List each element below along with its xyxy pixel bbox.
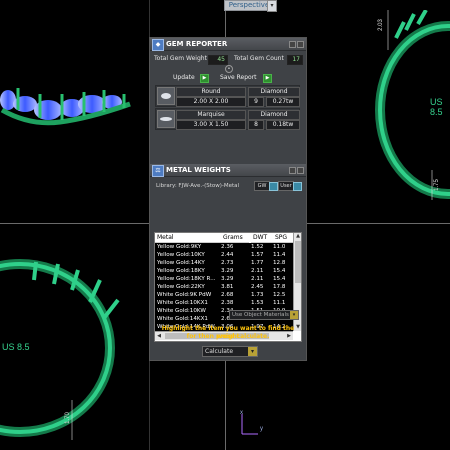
- gw-toggle-label: GW: [257, 183, 267, 189]
- grams-value: 3.29: [221, 276, 234, 282]
- spg-value: 11.4: [273, 252, 286, 258]
- save-report-label: Save Report: [220, 74, 257, 81]
- chevron-down-icon[interactable]: ▾: [267, 0, 277, 12]
- user-toggle-indicator-icon[interactable]: [293, 182, 302, 191]
- gem-reporter-title: GEM REPORTER: [166, 40, 228, 48]
- ring-size-label-right: US 8.5: [430, 97, 443, 117]
- scroll-thumb[interactable]: [295, 241, 301, 283]
- gem-weight: 0.27tw: [266, 97, 300, 107]
- calculate-arrow-icon: ▾: [248, 347, 257, 356]
- close-icon[interactable]: [297, 41, 304, 48]
- library-label: Library: FJW-Ave.-(Stow)-Metal: [156, 183, 240, 189]
- dimension-bottom-left: 1.70: [64, 412, 71, 424]
- dwt-value: 2.11: [251, 276, 264, 282]
- save-report-arrow-icon[interactable]: ▶: [263, 74, 272, 83]
- dimension-bottom-right: 1.75: [433, 179, 440, 191]
- use-object-materials-dropdown[interactable]: Use Object Materials ▾: [229, 310, 299, 320]
- metal-name: White Gold:14KX1: [157, 316, 208, 322]
- gem-size: 2.00 X 2.00: [176, 97, 246, 107]
- spg-value: 15.4: [273, 276, 286, 282]
- gem-shape: Marquise: [176, 110, 246, 120]
- dwt-value: 1.77: [251, 260, 264, 266]
- use-object-materials-label: Use Object Materials: [232, 312, 289, 318]
- marquise-gem-icon: [157, 110, 175, 128]
- column-header-spg[interactable]: SPG: [273, 233, 295, 243]
- minimize-icon[interactable]: [289, 167, 296, 174]
- calculate-label: Calculate: [205, 348, 234, 355]
- gem-strip-render: [0, 88, 131, 126]
- gem-material: Diamond: [248, 87, 300, 97]
- metal-name: Yellow Gold:18KY R...: [157, 276, 216, 282]
- spg-value: 11.1: [273, 300, 286, 306]
- close-icon[interactable]: [297, 167, 304, 174]
- dwt-value: 2.11: [251, 268, 264, 274]
- column-header-metal[interactable]: Metal: [155, 233, 221, 243]
- metal-name: White Gold:10KW: [157, 308, 206, 314]
- spg-value: 12.8: [273, 260, 286, 266]
- grams-value: 2.44: [221, 252, 234, 258]
- round-gem-icon: [157, 87, 175, 105]
- dwt-value: 1.73: [251, 292, 264, 298]
- gw-toggle[interactable]: GW: [254, 181, 270, 191]
- user-toggle-label: User: [280, 183, 292, 189]
- total-gem-count-label: Total Gem Count: [234, 55, 284, 62]
- grams-value: 3.81: [221, 284, 234, 290]
- gem-row-round[interactable]: Round 2.00 X 2.00 Diamond 9 0.27tw: [155, 85, 300, 107]
- grams-value: 3.29: [221, 268, 234, 274]
- total-gem-weight-label: Total Gem Weight: [154, 55, 207, 62]
- instruction-line-2: for then press calculate.: [186, 333, 270, 340]
- ring-size-label-left: US 8.5: [2, 342, 30, 352]
- dimension-top-right: 2.03: [377, 19, 384, 31]
- gem-size: 3.00 X 1.50: [176, 120, 246, 130]
- gem-reporter-header: ◆ GEM REPORTER: [150, 38, 306, 51]
- metal-name: White Gold:10KX1: [157, 300, 208, 306]
- grams-value: 2.73: [221, 260, 234, 266]
- spg-value: 11.0: [273, 244, 286, 250]
- axis-x-label: x: [240, 410, 243, 416]
- spg-value: 17.8: [273, 284, 286, 290]
- gw-toggle-indicator-icon[interactable]: [269, 182, 278, 191]
- grams-value: 2.36: [221, 244, 234, 250]
- metal-weights-title: METAL WEIGHTS: [166, 166, 231, 174]
- update-button[interactable]: Update: [173, 74, 195, 82]
- dwt-value: 1.57: [251, 252, 264, 258]
- gem-weight: 0.18tw: [266, 120, 300, 130]
- metal-name: Yellow Gold:9KY: [157, 244, 202, 250]
- gem-shape: Round: [176, 87, 246, 97]
- spg-value: 15.4: [273, 268, 286, 274]
- gem-count: 9: [248, 97, 264, 107]
- update-label: Update: [173, 74, 195, 81]
- dwt-value: 1.52: [251, 244, 264, 250]
- gem-reporter-icon: ◆: [152, 39, 164, 51]
- column-header-grams[interactable]: Grams: [221, 233, 249, 243]
- gem-row-marquise[interactable]: Marquise 3.00 X 1.50 Diamond 8 0.18tw: [155, 108, 300, 130]
- gem-count: 8: [248, 120, 264, 130]
- gem-reporter-panel: ◆ GEM REPORTER Total Gem Weight 45 Total…: [149, 37, 307, 361]
- user-toggle[interactable]: User: [278, 181, 294, 191]
- calculate-dropdown[interactable]: Calculate ▾: [202, 346, 258, 357]
- metal-name: Yellow Gold:22KY: [157, 284, 205, 290]
- scroll-up-icon[interactable]: ▲: [294, 233, 301, 240]
- grams-value: 2.68: [221, 292, 234, 298]
- dwt-value: 1.53: [251, 300, 264, 306]
- minimize-icon[interactable]: [289, 41, 296, 48]
- dropdown-arrow-icon: ▾: [290, 311, 298, 319]
- gem-material: Diamond: [248, 110, 300, 120]
- column-header-dwt[interactable]: DWT: [251, 233, 273, 243]
- expand-toggle-icon[interactable]: •: [225, 65, 233, 73]
- metal-name: White Gold:9K PdW: [157, 292, 212, 298]
- axis-y-label: y: [260, 426, 263, 432]
- spg-value: 12.5: [273, 292, 286, 298]
- metal-weights-icon: ⚖: [152, 165, 164, 177]
- metal-name: Yellow Gold:14KY: [157, 260, 205, 266]
- total-gem-count-value: 17: [287, 55, 303, 65]
- grams-value: 2.38: [221, 300, 234, 306]
- total-gem-weight-value: 45: [208, 55, 228, 65]
- dwt-value: 2.45: [251, 284, 264, 290]
- metal-name: Yellow Gold:10KY: [157, 252, 205, 258]
- update-arrow-icon[interactable]: ▶: [200, 74, 209, 83]
- metal-weights-header: ⚖ METAL WEIGHTS: [150, 164, 306, 177]
- save-report-button[interactable]: Save Report: [220, 74, 257, 82]
- metal-name: Yellow Gold:18KY: [157, 268, 205, 274]
